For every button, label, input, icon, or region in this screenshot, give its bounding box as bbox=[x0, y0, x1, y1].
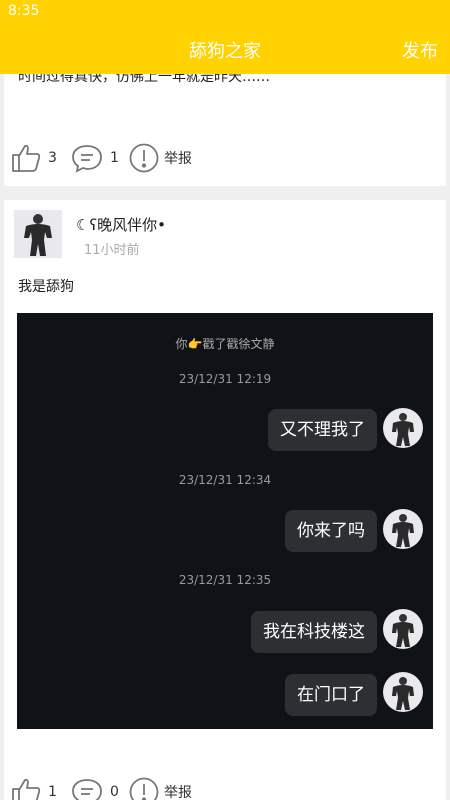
publish-button[interactable]: 发布 bbox=[402, 37, 438, 63]
chat-bubble: 在门口了 bbox=[285, 674, 377, 716]
like-button[interactable]: 1 bbox=[10, 774, 57, 800]
chat-avatar bbox=[383, 509, 423, 549]
report-label: 举报 bbox=[164, 151, 192, 167]
avatar-figure-icon bbox=[392, 677, 414, 710]
chat-avatar bbox=[383, 408, 423, 448]
like-count: 1 bbox=[48, 784, 57, 800]
report-button[interactable]: 举报 bbox=[128, 774, 192, 800]
comment-count: 1 bbox=[110, 150, 119, 166]
post-time: 11小时前 bbox=[84, 243, 140, 258]
post-card: 时间过得真快，仿佛上一年就是昨天…… 3 1 举报 bbox=[4, 74, 446, 186]
status-time: 8:35 bbox=[8, 3, 40, 19]
avatar[interactable] bbox=[14, 210, 62, 258]
report-button[interactable]: 举报 bbox=[128, 140, 192, 176]
username[interactable]: ☾ʕ晚风伴你• bbox=[76, 214, 166, 235]
app-bar: 舔狗之家 发布 bbox=[0, 24, 450, 74]
chat-avatar bbox=[383, 672, 423, 712]
page-title: 舔狗之家 bbox=[189, 41, 261, 62]
thumbs-up-icon bbox=[12, 144, 41, 172]
post-text: 我是舔狗 bbox=[18, 279, 74, 295]
post-card: ☾ʕ晚风伴你• 11小时前 我是舔狗 你👉戳了戳徐文静 23/12/31 12:… bbox=[4, 200, 446, 800]
post-actions: 1 0 举报 bbox=[4, 774, 446, 800]
like-button[interactable]: 3 bbox=[10, 140, 57, 176]
comment-button[interactable]: 1 bbox=[70, 140, 119, 176]
exclamation-icon bbox=[129, 777, 159, 800]
chat-avatar bbox=[383, 609, 423, 649]
avatar-figure-icon bbox=[392, 413, 414, 446]
chat-bubble: 你来了吗 bbox=[285, 510, 377, 552]
chat-bubble: 我在科技楼这 bbox=[251, 611, 377, 653]
comment-icon bbox=[72, 779, 102, 800]
post-image[interactable]: 你👉戳了戳徐文静 23/12/31 12:19 又不理我了 23/12/31 1… bbox=[17, 313, 433, 729]
exclamation-icon bbox=[129, 143, 159, 173]
avatar-figure-icon bbox=[24, 214, 52, 256]
thumbs-up-icon bbox=[12, 778, 41, 800]
like-count: 3 bbox=[48, 150, 57, 166]
avatar-figure-icon bbox=[392, 614, 414, 647]
comment-count: 0 bbox=[110, 784, 119, 800]
chat-timestamp: 23/12/31 12:19 bbox=[178, 372, 272, 386]
chat-timestamp: 23/12/31 12:35 bbox=[178, 573, 272, 587]
status-bar: 8:35 bbox=[0, 0, 450, 24]
chat-timestamp: 23/12/31 12:34 bbox=[178, 473, 272, 487]
report-label: 举报 bbox=[164, 785, 192, 800]
comment-icon bbox=[72, 145, 102, 173]
comment-button[interactable]: 0 bbox=[70, 774, 119, 800]
post-actions: 3 1 举报 bbox=[4, 140, 446, 176]
chat-poke-notice: 你👉戳了戳徐文静 bbox=[175, 337, 275, 351]
chat-bubble: 又不理我了 bbox=[268, 409, 377, 451]
avatar-figure-icon bbox=[392, 514, 414, 547]
post-text: 时间过得真快，仿佛上一年就是昨天…… bbox=[18, 74, 270, 85]
